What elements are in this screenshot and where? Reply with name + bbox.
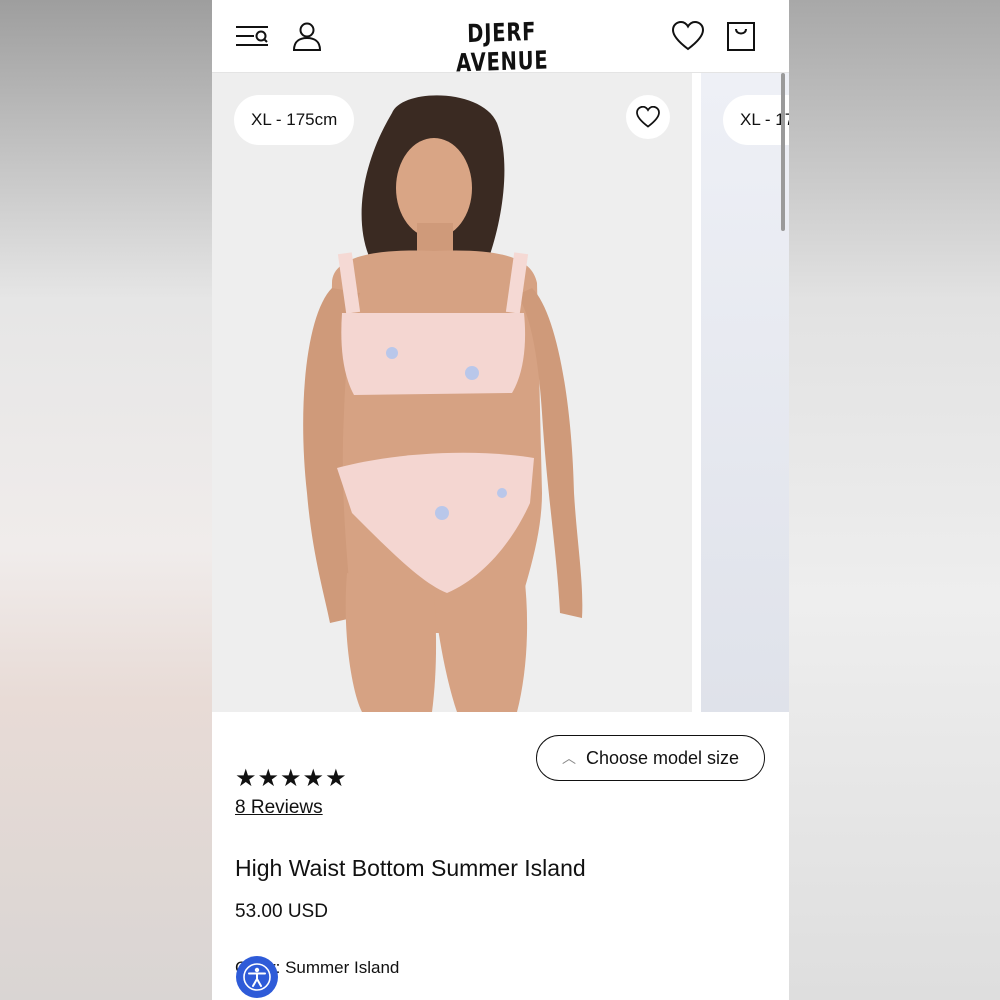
model-size-badge: XL - 175cm [723,95,789,145]
product-title: High Waist Bottom Summer Island [235,855,586,881]
background-right [789,0,1000,1000]
product-image-next[interactable]: XL - 175cm [701,73,789,712]
model-size-badge: XL - 175cm [234,95,355,145]
choose-model-size-button[interactable]: ︿ Choose model size [536,735,765,781]
model-photo [303,95,583,712]
product-price: 53.00 USD [235,901,328,922]
heart-icon[interactable] [626,95,670,139]
background-left [0,0,212,1000]
brand-logo[interactable]: DJERF AVENUE [447,16,557,78]
site-header: DJERF AVENUE [212,0,789,78]
user-icon[interactable] [287,16,327,56]
rating-stars: ★★★★★ [235,765,348,792]
product-image-gallery[interactable]: XL - 175cm XL - 175cm [212,73,789,712]
scrollbar[interactable] [781,73,785,231]
phone-screen: DJERF AVENUE XL - 175cm XL - ︿ Choose mo… [212,0,789,1000]
choose-model-size-label: Choose model size [585,747,740,768]
chevron-up-icon: ︿ [561,750,576,766]
accessibility-icon[interactable] [236,956,278,998]
menu-search-icon[interactable] [232,16,272,56]
product-image[interactable]: XL - 175cm [212,73,692,712]
heart-icon[interactable] [668,16,708,56]
reviews-link[interactable]: 8 Reviews [235,797,323,819]
shopping-bag-icon[interactable] [721,16,761,56]
